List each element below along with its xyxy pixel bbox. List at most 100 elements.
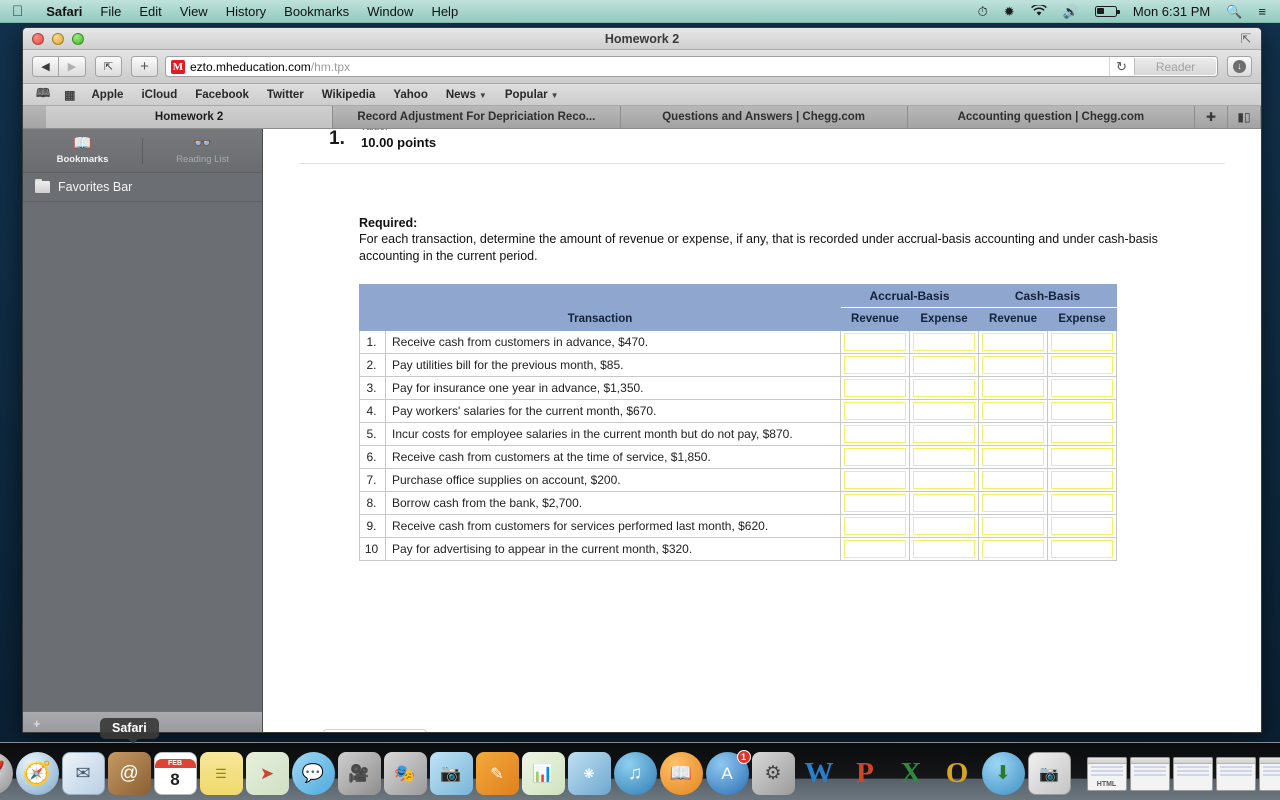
cash-revenue-input-cell[interactable]	[979, 538, 1048, 561]
cash-expense-input[interactable]	[1051, 379, 1113, 397]
bluetooth-icon[interactable]: ✹	[996, 0, 1023, 23]
mail-icon[interactable]: ✉	[62, 752, 105, 795]
itunes-icon[interactable]: ♫	[614, 752, 657, 795]
menubar-clock[interactable]: Mon 6:31 PM	[1125, 4, 1218, 19]
cash-revenue-input[interactable]	[982, 494, 1044, 512]
cash-expense-input[interactable]	[1051, 425, 1113, 443]
cash-expense-input-cell[interactable]	[1048, 538, 1117, 561]
time-machine-icon[interactable]: ⏱	[970, 0, 996, 23]
cash-revenue-input-cell[interactable]	[979, 400, 1048, 423]
bookmark-popular[interactable]: Popular▼	[496, 89, 568, 101]
volume-icon[interactable]: 🔊	[1055, 0, 1087, 23]
accrual-revenue-input-cell[interactable]	[840, 446, 909, 469]
accrual-revenue-input-cell[interactable]	[840, 469, 909, 492]
cash-expense-input-cell[interactable]	[1048, 400, 1117, 423]
cash-expense-input[interactable]	[1051, 471, 1113, 489]
pages-icon[interactable]: ✎	[476, 752, 519, 795]
numbers-icon[interactable]: 📊	[522, 752, 565, 795]
search-icon[interactable]: 🔍	[1218, 0, 1250, 23]
accrual-expense-input[interactable]	[913, 333, 975, 351]
accrual-expense-input-cell[interactable]	[909, 400, 978, 423]
minimized-html-document[interactable]: HTML	[1087, 757, 1127, 791]
accrual-revenue-input-cell[interactable]	[840, 423, 909, 446]
new-tab-button[interactable]: ✚	[1195, 106, 1228, 128]
cash-revenue-input[interactable]	[982, 448, 1044, 466]
cash-expense-input-cell[interactable]	[1048, 446, 1117, 469]
powerpoint-icon[interactable]: P	[844, 752, 887, 795]
sidebar-tab-bookmarks[interactable]: 📖 Bookmarks	[23, 136, 142, 165]
accrual-expense-input-cell[interactable]	[909, 354, 978, 377]
reader-button[interactable]: Reader	[1134, 58, 1216, 75]
tab-accounting-question[interactable]: Accounting question | Chegg.com	[908, 106, 1195, 128]
cash-expense-input[interactable]	[1051, 494, 1113, 512]
cash-expense-input-cell[interactable]	[1048, 377, 1117, 400]
cash-expense-input-cell[interactable]	[1048, 469, 1117, 492]
accrual-expense-input-cell[interactable]	[909, 446, 978, 469]
notes-icon[interactable]: ☰	[200, 752, 243, 795]
minimized-window-3[interactable]	[1173, 757, 1213, 791]
cash-expense-input[interactable]	[1051, 356, 1113, 374]
cash-expense-input[interactable]	[1051, 448, 1113, 466]
sidebar-item-favorites-bar[interactable]: Favorites Bar	[23, 173, 262, 202]
accrual-expense-input-cell[interactable]	[909, 515, 978, 538]
accrual-expense-input[interactable]	[913, 517, 975, 535]
cash-revenue-input-cell[interactable]	[979, 354, 1048, 377]
bookmark-yahoo[interactable]: Yahoo	[384, 89, 437, 101]
menu-item-safari[interactable]: Safari	[37, 0, 91, 23]
cash-expense-input-cell[interactable]	[1048, 515, 1117, 538]
contacts-icon[interactable]: @	[108, 752, 151, 795]
cash-revenue-input-cell[interactable]	[979, 469, 1048, 492]
minimized-window-4[interactable]	[1216, 757, 1256, 791]
photobooth-icon[interactable]: 🎭	[384, 752, 427, 795]
cash-revenue-input[interactable]	[982, 471, 1044, 489]
menu-item-history[interactable]: History	[217, 0, 275, 23]
forward-arrow-icon[interactable]: ▶	[59, 56, 86, 77]
facetime-icon[interactable]: 🎥	[338, 752, 381, 795]
accrual-revenue-input-cell[interactable]	[840, 400, 909, 423]
preview-icon[interactable]: 📷	[1028, 752, 1071, 795]
word-icon[interactable]: W	[798, 752, 841, 795]
accrual-revenue-input-cell[interactable]	[840, 492, 909, 515]
cash-revenue-input-cell[interactable]	[979, 492, 1048, 515]
accrual-expense-input-cell[interactable]	[909, 492, 978, 515]
accrual-expense-input[interactable]	[913, 379, 975, 397]
accrual-expense-input-cell[interactable]	[909, 469, 978, 492]
apple-logo-icon[interactable]: 	[12, 4, 23, 19]
accrual-expense-input-cell[interactable]	[909, 423, 978, 446]
cash-expense-input-cell[interactable]	[1048, 354, 1117, 377]
maps-icon[interactable]: ➤	[246, 752, 289, 795]
accrual-expense-input-cell[interactable]	[909, 377, 978, 400]
menu-item-edit[interactable]: Edit	[130, 0, 170, 23]
accrual-expense-input[interactable]	[913, 356, 975, 374]
cash-expense-input[interactable]	[1051, 540, 1113, 558]
accrual-revenue-input-cell[interactable]	[840, 538, 909, 561]
accrual-revenue-input-cell[interactable]	[840, 354, 909, 377]
tab-homework-2[interactable]: Homework 2	[46, 106, 333, 128]
calendar-icon[interactable]: FEB 8	[154, 752, 197, 795]
launchpad-icon[interactable]: 🚀	[0, 752, 13, 795]
accrual-expense-input[interactable]	[913, 494, 975, 512]
notification-center-icon[interactable]: ≡	[1250, 0, 1274, 23]
downloads-icon[interactable]: ↓	[1227, 56, 1252, 77]
reload-icon[interactable]: ↻	[1109, 57, 1133, 76]
cash-revenue-input[interactable]	[982, 379, 1044, 397]
minimized-window-5[interactable]	[1259, 757, 1280, 791]
grid-icon[interactable]: ▦	[57, 88, 82, 102]
bookmark-apple[interactable]: Apple	[83, 89, 133, 101]
cash-revenue-input[interactable]	[982, 540, 1044, 558]
download-manager-icon[interactable]: ⬇	[982, 752, 1025, 795]
accrual-revenue-input[interactable]	[844, 517, 906, 535]
cash-expense-input-cell[interactable]	[1048, 492, 1117, 515]
accrual-revenue-input[interactable]	[844, 540, 906, 558]
sidebar-tab-reading-list[interactable]: 👓 Reading List	[143, 136, 262, 165]
bookmark-twitter[interactable]: Twitter	[258, 89, 313, 101]
keynote-icon[interactable]: 🞼	[568, 752, 611, 795]
bookmark-facebook[interactable]: Facebook	[186, 89, 258, 101]
bookmark-icloud[interactable]: iCloud	[132, 89, 186, 101]
accrual-expense-input[interactable]	[913, 540, 975, 558]
cash-expense-input[interactable]	[1051, 333, 1113, 351]
cash-expense-input[interactable]	[1051, 402, 1113, 420]
back-arrow-icon[interactable]: ◀	[32, 56, 59, 77]
menu-item-window[interactable]: Window	[358, 0, 422, 23]
accrual-revenue-input-cell[interactable]	[840, 331, 909, 354]
